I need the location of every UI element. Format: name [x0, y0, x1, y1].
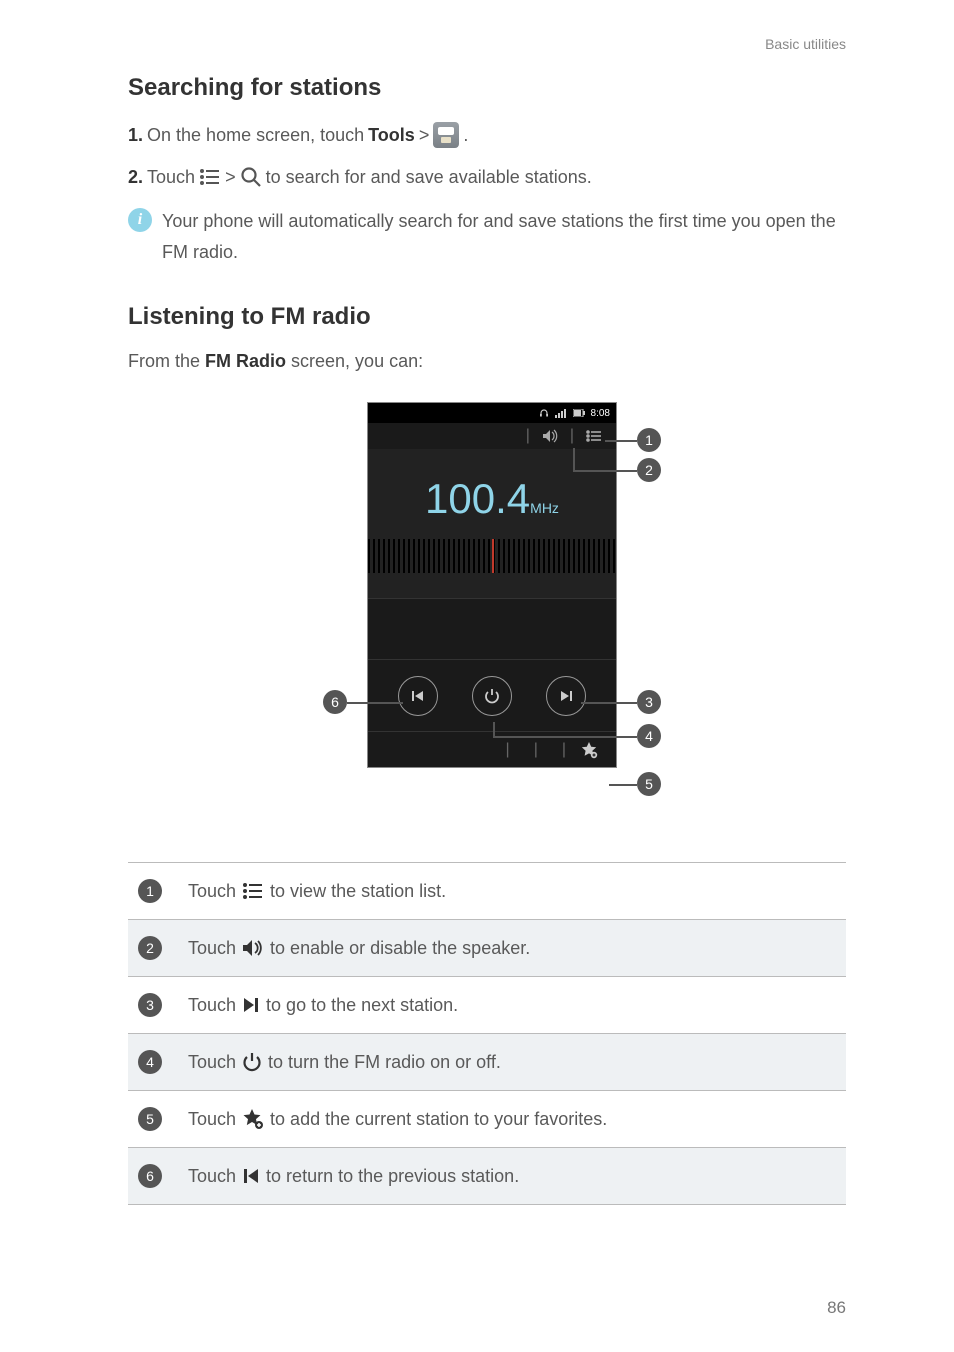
intro-c: screen, you can:	[286, 351, 423, 371]
intro-b: FM Radio	[205, 351, 286, 371]
lead-2b	[573, 470, 637, 472]
legend-row-6: 6 Touch to return to the previous statio…	[128, 1148, 846, 1205]
legend-3-post: to go to the next station.	[266, 995, 458, 1016]
favorite-add-icon	[580, 741, 598, 759]
legend-4-post: to turn the FM radio on or off.	[268, 1052, 501, 1073]
legend-row-2: 2 Touch to enable or disable the speaker…	[128, 920, 846, 977]
legend-6-pre: Touch	[188, 1166, 236, 1187]
headphone-icon	[539, 408, 549, 418]
legend-num-6: 6	[138, 1164, 162, 1188]
callout-4: 4	[637, 724, 661, 748]
lead-6	[347, 702, 403, 704]
controls-row	[368, 659, 616, 731]
legend-2-pre: Touch	[188, 938, 236, 959]
status-bar: 8:08	[368, 403, 616, 423]
tuning-dial	[368, 539, 616, 573]
lead-1	[605, 440, 637, 442]
legend-num-4: 4	[138, 1050, 162, 1074]
lead-4a	[493, 722, 495, 736]
next-icon	[242, 996, 260, 1014]
legend-5-post: to add the current station to your favor…	[270, 1109, 607, 1130]
legend-num-3: 3	[138, 993, 162, 1017]
step2-text-c: to search for and save available station…	[266, 167, 592, 188]
legend-5-pre: Touch	[188, 1109, 236, 1130]
power-icon	[242, 1052, 262, 1072]
legend-1-post: to view the station list.	[270, 881, 446, 902]
callout-5: 5	[637, 772, 661, 796]
step1-number: 1.	[128, 125, 143, 146]
step2-number: 2.	[128, 167, 143, 188]
frequency-unit: MHz	[530, 500, 559, 516]
legend-3-pre: Touch	[188, 995, 236, 1016]
lead-5	[609, 784, 637, 786]
step-1: 1. On the home screen, touch Tools > .	[128, 122, 846, 148]
lead-4b	[493, 736, 637, 738]
legend-row-4: 4 Touch to turn the FM radio on or off.	[128, 1034, 846, 1091]
step1-text-b: >	[419, 125, 430, 146]
step2-text-b: >	[225, 167, 236, 188]
callout-3: 3	[637, 690, 661, 714]
list-icon	[242, 883, 264, 899]
info-note: i Your phone will automatically search f…	[128, 206, 846, 267]
phone-topbar: | |	[368, 423, 616, 449]
legend-table: 1 Touch to view the station list. 2 Touc…	[128, 862, 846, 1205]
info-icon: i	[128, 208, 152, 232]
legend-2-post: to enable or disable the speaker.	[270, 938, 530, 959]
legend-row-1: 1 Touch to view the station list.	[128, 863, 846, 920]
legend-1-pre: Touch	[188, 881, 236, 902]
station-list-icon	[586, 430, 602, 442]
intro-a: From the	[128, 351, 205, 371]
status-time: 8:08	[591, 408, 610, 419]
legend-6-post: to return to the previous station.	[266, 1166, 519, 1187]
intro-line: From the FM Radio screen, you can:	[128, 351, 846, 372]
step2-text-a: Touch	[147, 167, 195, 188]
legend-num-2: 2	[138, 936, 162, 960]
legend-num-1: 1	[138, 879, 162, 903]
phone-gap	[368, 599, 616, 659]
frequency-value: 100.4	[425, 475, 530, 522]
prev-icon	[242, 1167, 260, 1185]
callout-2: 2	[637, 458, 661, 482]
frequency-display: 100.4MHz	[368, 449, 616, 599]
signal-icon	[555, 408, 567, 418]
lead-2a	[573, 448, 575, 470]
step1-text-a: On the home screen, touch	[147, 125, 364, 146]
phone-frame: 8:08 | | 100.4MHz	[367, 402, 617, 768]
speaker-toggle-icon	[542, 429, 558, 443]
page-number: 86	[827, 1298, 846, 1318]
info-text: Your phone will automatically search for…	[162, 206, 846, 267]
speaker-icon	[242, 939, 264, 957]
power-button	[472, 676, 512, 716]
legend-num-5: 5	[138, 1107, 162, 1131]
fm-radio-app-icon	[433, 122, 459, 148]
legend-row-3: 3 Touch to go to the next station.	[128, 977, 846, 1034]
legend-row-5: 5 Touch to add the current station to yo…	[128, 1091, 846, 1148]
page-header-section: Basic utilities	[765, 36, 846, 52]
lead-3	[581, 702, 637, 704]
legend-4-pre: Touch	[188, 1052, 236, 1073]
heading-listening: Listening to FM radio	[128, 303, 846, 331]
step1-end: .	[463, 125, 468, 146]
step1-tools-label: Tools	[368, 125, 415, 146]
prev-station-button	[398, 676, 438, 716]
callout-1: 1	[637, 428, 661, 452]
list-icon	[199, 168, 221, 186]
search-icon	[240, 166, 262, 188]
callout-6: 6	[323, 690, 347, 714]
battery-icon	[573, 409, 585, 417]
heading-searching: Searching for stations	[128, 74, 846, 102]
next-station-button	[546, 676, 586, 716]
star-add-icon	[242, 1108, 264, 1130]
phone-diagram: 8:08 | | 100.4MHz	[128, 402, 846, 822]
step-2: 2. Touch > to search for and save availa…	[128, 166, 846, 188]
